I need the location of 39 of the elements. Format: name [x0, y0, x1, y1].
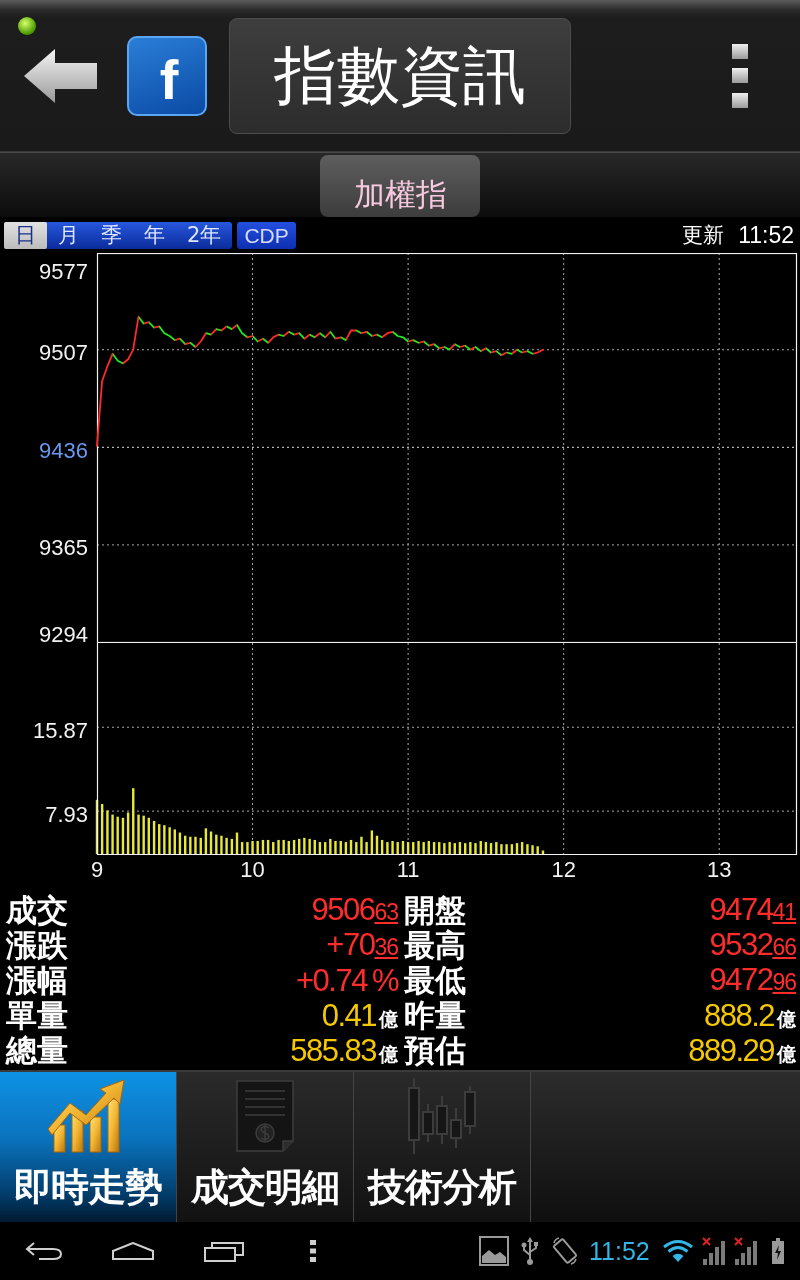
- quote-label: 漲跌: [6, 928, 69, 963]
- quote-label: 總量: [6, 1033, 69, 1068]
- x-axis-label: 10: [240, 856, 265, 882]
- quote-value: 0.41: [321, 997, 376, 1033]
- y-axis-label: 7.93: [45, 801, 88, 827]
- quote-label: 昨量: [404, 998, 467, 1033]
- quote-value: +7036: [326, 926, 398, 964]
- quote-value: +0.74 %: [295, 963, 398, 998]
- unit-label: 億: [379, 1041, 398, 1067]
- unit-label: 億: [777, 1006, 796, 1032]
- quote-value: 889.29: [688, 1032, 774, 1068]
- quote-label: 最低: [404, 963, 467, 998]
- update-time: 11:52: [738, 221, 794, 249]
- quote-value: 585.83: [290, 1032, 376, 1068]
- x-axis-label: 13: [707, 856, 732, 882]
- unit-label: 億: [379, 1006, 398, 1032]
- quote-value: 888.2: [703, 997, 774, 1033]
- y-axis-label: 9577: [39, 258, 88, 284]
- quote-label: 成交: [6, 893, 69, 928]
- y-axis-label: 9507: [39, 340, 88, 366]
- unit-label: 億: [777, 1041, 796, 1067]
- update-label: 更新: [682, 221, 725, 249]
- quote-value: 947441: [709, 891, 796, 929]
- y-axis-label: 9365: [39, 535, 88, 561]
- y-axis-label: 15.87: [32, 717, 88, 743]
- status-clock: 11:52: [589, 1236, 650, 1266]
- quote-label: 預估: [404, 1033, 467, 1068]
- quote-value: 950663: [311, 891, 398, 929]
- quote-label: 開盤: [404, 893, 467, 928]
- x-axis-label: 9: [90, 856, 104, 882]
- y-axis-label: 9436: [39, 437, 88, 463]
- x-axis-label: 11: [396, 856, 420, 882]
- quote-label: 最高: [404, 928, 467, 963]
- quote-value: 947296: [709, 961, 796, 999]
- quote-label: 單量: [6, 998, 69, 1033]
- y-axis-label: 9294: [39, 621, 88, 643]
- quote-label: 漲幅: [6, 963, 69, 998]
- x-axis-label: 12: [551, 856, 576, 882]
- quote-value: 953266: [709, 926, 796, 964]
